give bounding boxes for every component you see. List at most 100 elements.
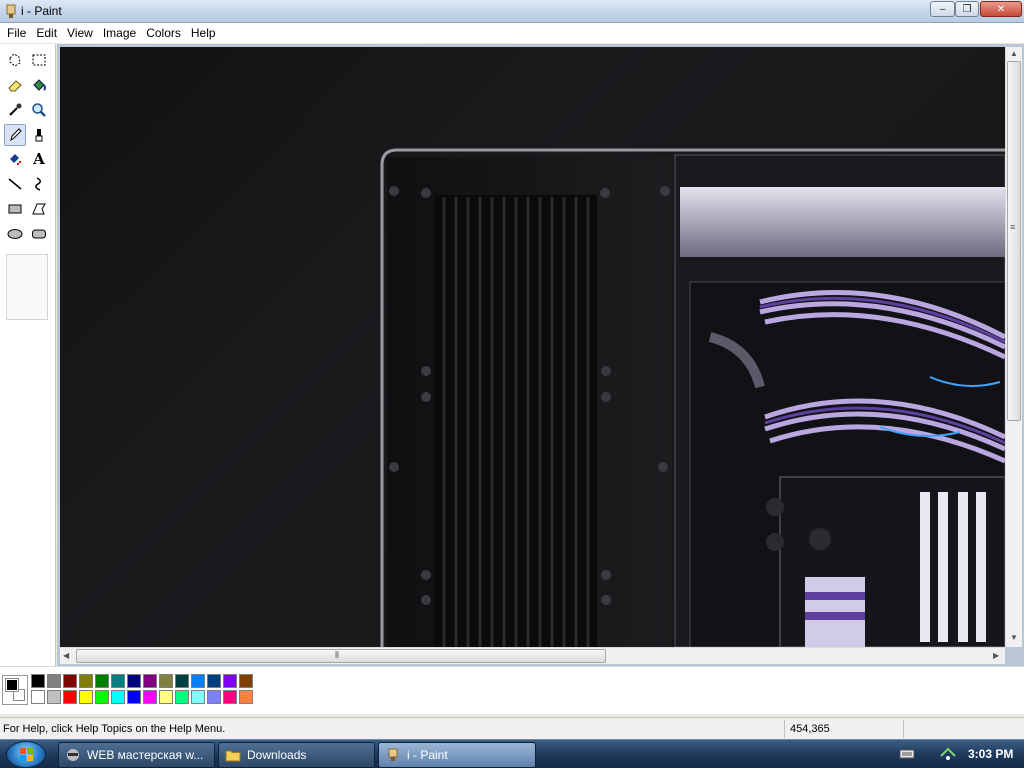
horizontal-scroll-thumb[interactable]: ⦀ [76,649,606,663]
scroll-down-icon[interactable]: ▼ [1010,633,1018,642]
palette-swatch[interactable] [79,690,93,704]
menu-file[interactable]: File [2,24,31,42]
palette-swatch[interactable] [95,674,109,688]
windows-logo-icon [20,748,33,761]
magnifier-tool[interactable] [28,99,50,121]
palette-swatch[interactable] [239,674,253,688]
paint-app-icon [388,748,398,761]
brush-icon [35,129,43,142]
taskbar-item-label: Downloads [247,748,307,762]
text-tool[interactable]: A [28,148,50,170]
scroll-up-icon[interactable]: ▲ [1010,49,1018,58]
status-help-text: For Help, click Help Topics on the Help … [3,723,226,735]
taskbar-item-label: WEB мастерская w... [87,748,204,762]
palette-swatch[interactable] [47,674,61,688]
maximize-button[interactable]: ❐ [955,1,979,17]
airbrush-icon [10,154,22,166]
grip-icon: ⦀ [335,650,339,660]
menu-colors[interactable]: Colors [141,24,186,42]
palette-swatch[interactable] [31,690,45,704]
current-colors[interactable] [2,675,28,705]
tool-options-box[interactable] [6,254,48,320]
palette-swatch[interactable] [143,690,157,704]
menu-image[interactable]: Image [98,24,141,42]
image-canvas[interactable] [60,47,1005,647]
palette-swatch[interactable] [63,674,77,688]
palette-swatch[interactable] [47,690,61,704]
start-button[interactable] [6,741,46,768]
fill-tool[interactable] [28,74,50,96]
line-tool[interactable] [4,173,26,195]
palette-swatch[interactable] [143,674,157,688]
palette-swatch[interactable] [175,674,189,688]
ellipse-icon [7,229,23,239]
rounded-rect-tool[interactable] [28,223,50,245]
scroll-right-icon[interactable]: ▶ [993,651,999,660]
rectangle-tool[interactable] [4,198,26,220]
keyboard-icon[interactable] [899,748,915,760]
palette-swatch[interactable] [31,674,45,688]
palette-swatch[interactable] [127,690,141,704]
menu-edit[interactable]: Edit [31,24,62,42]
palette-swatch[interactable] [127,674,141,688]
window-title: i - Paint [21,4,62,18]
free-select-icon [9,53,21,67]
palette-swatch[interactable] [207,674,221,688]
palette-swatch[interactable] [79,674,93,688]
scroll-left-icon[interactable]: ◀ [63,651,69,660]
taskbar-item-label: i - Paint [407,748,448,762]
pencil-icon [10,128,22,142]
taskbar-clock[interactable]: 3:03 PM [968,747,1013,761]
line-icon [8,178,22,190]
palette-swatch[interactable] [159,690,173,704]
text-icon: A [33,150,45,168]
menu-view[interactable]: View [62,24,98,42]
palette-swatch[interactable] [223,690,237,704]
airbrush-tool[interactable] [4,148,26,170]
palette-swatch[interactable] [207,690,221,704]
palette-swatch[interactable] [111,674,125,688]
curve-icon [35,177,41,191]
minimize-icon: – [939,3,946,15]
grip-icon: ≡ [1010,222,1016,232]
rounded-rectangle-icon [32,229,46,239]
raccoon-app-icon [67,749,79,761]
ellipse-tool[interactable] [4,223,26,245]
palette-swatch[interactable] [95,690,109,704]
brush-tool[interactable] [28,124,50,146]
palette-swatch[interactable] [191,690,205,704]
vertical-scroll-thumb[interactable]: ≡ [1007,61,1021,421]
vertical-scrollbar[interactable]: ▲ ≡ ▼ [1005,47,1022,647]
taskbar-item-paint[interactable]: i - Paint [378,742,536,768]
palette-swatch[interactable] [111,690,125,704]
eraser-tool[interactable] [4,74,26,96]
taskbar: WEB мастерская w... Downloads i - Paint … [0,739,1024,768]
palette-swatch[interactable] [239,690,253,704]
palette-swatch[interactable] [159,674,173,688]
free-select-tool[interactable] [4,49,26,71]
palette-swatch[interactable] [63,690,77,704]
color-palette [0,666,1024,714]
paint-app-icon [6,4,16,18]
color-picker-tool[interactable] [4,99,26,121]
horizontal-scrollbar[interactable]: ◀ ⦀ ▶ [60,647,1005,664]
polygon-tool[interactable] [28,198,50,220]
palette-swatch[interactable] [191,674,205,688]
pencil-tool[interactable] [4,124,26,146]
palette-swatch[interactable] [175,690,189,704]
cursor-coordinates: 454,365 [790,723,830,735]
rect-select-tool[interactable] [28,49,50,71]
magnifier-icon [32,103,46,117]
close-button[interactable]: ✕ [980,1,1022,17]
menu-help[interactable]: Help [186,24,221,42]
network-icon[interactable] [939,746,957,762]
taskbar-item-downloads[interactable]: Downloads [218,742,375,768]
taskbar-item-web[interactable]: WEB мастерская w... [58,742,215,768]
minimize-button[interactable]: – [930,1,955,17]
curve-tool[interactable] [28,173,50,195]
polygon-icon [32,203,46,215]
palette-swatch[interactable] [223,674,237,688]
eyedropper-icon [9,103,22,116]
title-bar: i - Paint – ❐ ✕ [0,0,1024,23]
canvas-area [57,44,1024,666]
